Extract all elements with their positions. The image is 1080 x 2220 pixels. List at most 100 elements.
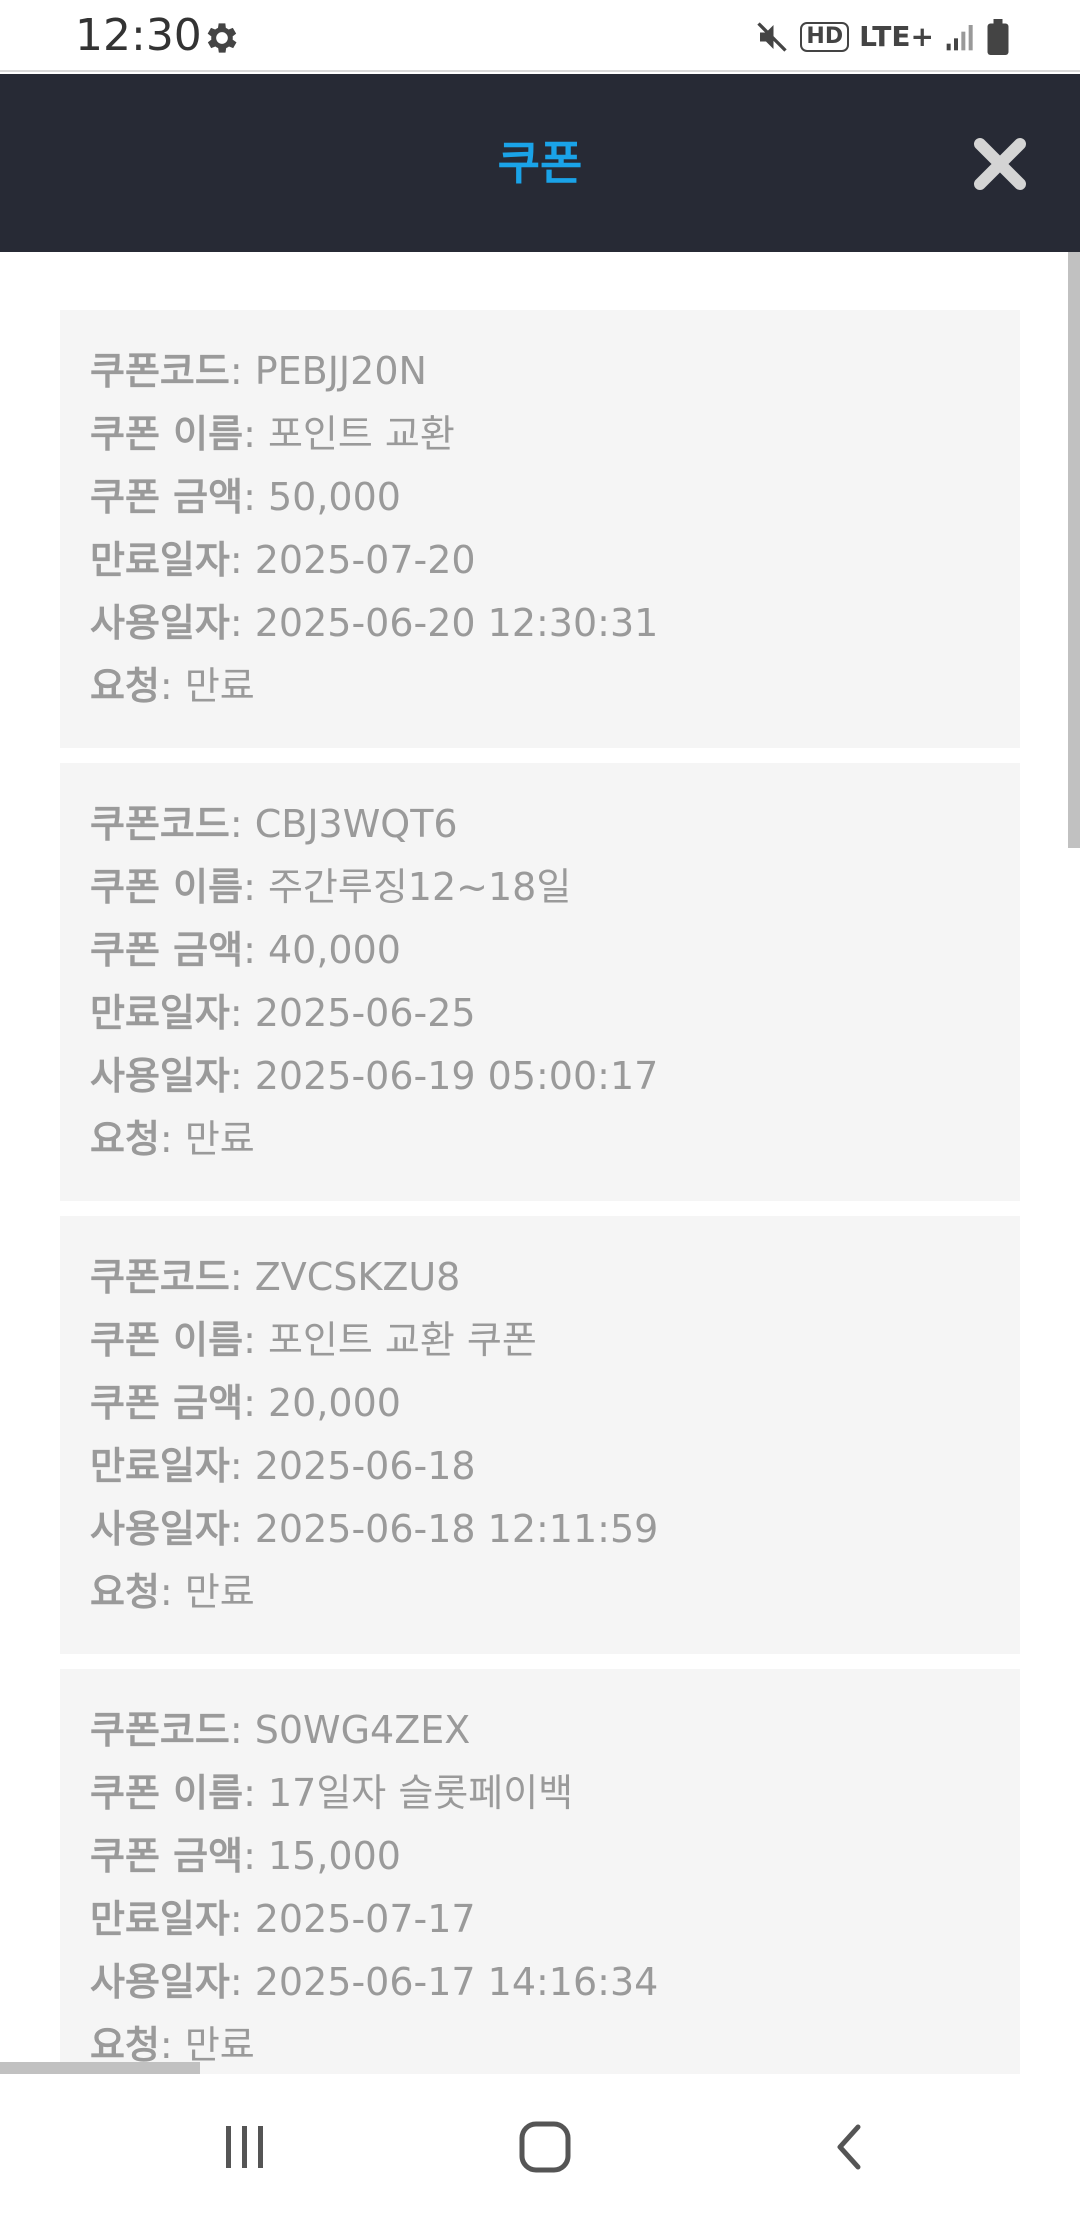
horizontal-scrollbar-thumb[interactable] — [0, 2062, 200, 2074]
coupon-expiry-value: 2025-07-17 — [254, 1897, 476, 1941]
coupon-request-label: 요청 — [90, 1117, 160, 1161]
vertical-scrollbar[interactable] — [1068, 252, 1080, 2074]
coupon-request-value: 만료 — [184, 1570, 255, 1614]
recent-apps-icon — [226, 2126, 263, 2168]
coupon-code-row: 쿠폰코드: PEBJJ20N — [90, 340, 1020, 403]
separator: : — [243, 928, 268, 972]
coupon-code-label: 쿠폰코드 — [90, 1708, 230, 1752]
coupon-request-row: 요청: 만료 — [90, 1108, 1020, 1171]
coupon-card: 쿠폰코드: CBJ3WQT6 쿠폰 이름: 주간루징12~18일 쿠폰 금액: … — [60, 763, 1020, 1201]
hd-voice-badge: HD — [800, 22, 850, 52]
coupon-request-row: 요청: 만료 — [90, 1561, 1020, 1624]
coupon-used-row: 사용일자: 2025-06-17 14:16:34 — [90, 1951, 1020, 2014]
back-button[interactable] — [770, 2074, 930, 2220]
coupon-expiry-value: 2025-06-25 — [254, 991, 476, 1035]
coupon-request-label: 요청 — [90, 2023, 160, 2067]
coupon-name-label: 쿠폰 이름 — [90, 412, 244, 456]
status-bar: 12:30 HD LTE+ — [0, 0, 1080, 72]
coupon-name-value: 주간루징12~18일 — [267, 865, 572, 909]
coupon-name-label: 쿠폰 이름 — [90, 1771, 244, 1815]
coupon-expiry-row: 만료일자: 2025-06-25 — [90, 982, 1020, 1045]
separator: : — [159, 664, 185, 708]
separator: : — [243, 1318, 268, 1362]
separator: : — [229, 601, 255, 645]
coupon-expiry-label: 만료일자 — [90, 538, 230, 582]
coupon-amount-row: 쿠폰 금액: 20,000 — [90, 1372, 1020, 1435]
coupon-code-row: 쿠폰코드: S0WG4ZEX — [90, 1699, 1020, 1762]
coupon-header: 쿠폰 — [0, 74, 1080, 252]
coupon-used-label: 사용일자 — [90, 1507, 230, 1551]
coupon-code-label: 쿠폰코드 — [90, 1255, 230, 1299]
coupon-expiry-value: 2025-06-18 — [254, 1444, 476, 1488]
vertical-scrollbar-thumb[interactable] — [1068, 252, 1080, 848]
coupon-code-row: 쿠폰코드: ZVCSKZU8 — [90, 1246, 1020, 1309]
coupon-used-value: 2025-06-18 12:11:59 — [254, 1507, 659, 1551]
coupon-code-label: 쿠폰코드 — [90, 802, 230, 846]
separator: : — [229, 802, 255, 846]
separator: : — [159, 1117, 185, 1161]
battery-icon — [986, 19, 1010, 55]
coupon-card: 쿠폰코드: S0WG4ZEX 쿠폰 이름: 17일자 슬롯페이백 쿠폰 금액: … — [60, 1669, 1020, 2074]
coupon-expiry-label: 만료일자 — [90, 1444, 230, 1488]
home-button[interactable] — [465, 2074, 625, 2220]
coupon-amount-label: 쿠폰 금액 — [90, 1381, 244, 1425]
coupon-used-row: 사용일자: 2025-06-18 12:11:59 — [90, 1498, 1020, 1561]
coupon-card: 쿠폰코드: PEBJJ20N 쿠폰 이름: 포인트 교환 쿠폰 금액: 50,0… — [60, 310, 1020, 748]
coupon-amount-value: 20,000 — [267, 1381, 401, 1425]
coupon-amount-value: 15,000 — [267, 1834, 401, 1878]
separator: : — [229, 1507, 255, 1551]
coupon-used-value: 2025-06-20 12:30:31 — [254, 601, 659, 645]
coupon-list: 쿠폰코드: PEBJJ20N 쿠폰 이름: 포인트 교환 쿠폰 금액: 50,0… — [60, 310, 1020, 2074]
coupon-request-row: 요청: 만료 — [90, 2014, 1020, 2074]
coupon-amount-row: 쿠폰 금액: 40,000 — [90, 919, 1020, 982]
coupon-card: 쿠폰코드: ZVCSKZU8 쿠폰 이름: 포인트 교환 쿠폰 쿠폰 금액: 2… — [60, 1216, 1020, 1654]
coupon-expiry-value: 2025-07-20 — [254, 538, 476, 582]
coupon-name-value: 17일자 슬롯페이백 — [267, 1771, 574, 1815]
system-nav-bar — [0, 2074, 1080, 2220]
close-button[interactable] — [970, 134, 1030, 194]
coupon-name-row: 쿠폰 이름: 포인트 교환 쿠폰 — [90, 1309, 1020, 1372]
coupon-name-value: 포인트 교환 — [267, 412, 455, 456]
coupon-request-row: 요청: 만료 — [90, 655, 1020, 718]
coupon-used-value: 2025-06-17 14:16:34 — [254, 1960, 659, 2004]
recent-apps-button[interactable] — [165, 2074, 325, 2220]
coupon-name-value: 포인트 교환 쿠폰 — [267, 1318, 537, 1362]
coupon-scroll-area[interactable]: 쿠폰코드: PEBJJ20N 쿠폰 이름: 포인트 교환 쿠폰 금액: 50,0… — [0, 252, 1080, 2074]
coupon-amount-row: 쿠폰 금액: 50,000 — [90, 466, 1020, 529]
separator: : — [229, 1708, 255, 1752]
coupon-code-label: 쿠폰코드 — [90, 349, 230, 393]
coupon-used-row: 사용일자: 2025-06-19 05:00:17 — [90, 1045, 1020, 1108]
coupon-expiry-row: 만료일자: 2025-06-18 — [90, 1435, 1020, 1498]
home-icon — [519, 2121, 571, 2173]
coupon-used-value: 2025-06-19 05:00:17 — [254, 1054, 659, 1098]
separator: : — [229, 991, 255, 1035]
coupon-used-label: 사용일자 — [90, 1960, 230, 2004]
coupon-request-label: 요청 — [90, 1570, 160, 1614]
separator: : — [229, 1444, 255, 1488]
coupon-used-label: 사용일자 — [90, 601, 230, 645]
separator: : — [243, 1381, 268, 1425]
separator: : — [159, 1570, 185, 1614]
coupon-request-value: 만료 — [184, 664, 255, 708]
page-title: 쿠폰 — [497, 136, 583, 190]
coupon-expiry-row: 만료일자: 2025-07-17 — [90, 1888, 1020, 1951]
status-time: 12:30 — [75, 10, 202, 61]
separator: : — [243, 865, 268, 909]
close-icon — [974, 138, 1026, 190]
coupon-name-row: 쿠폰 이름: 주간루징12~18일 — [90, 856, 1020, 919]
coupon-request-label: 요청 — [90, 664, 160, 708]
mute-icon — [754, 19, 790, 55]
coupon-used-row: 사용일자: 2025-06-20 12:30:31 — [90, 592, 1020, 655]
coupon-name-row: 쿠폰 이름: 포인트 교환 — [90, 403, 1020, 466]
coupon-expiry-row: 만료일자: 2025-07-20 — [90, 529, 1020, 592]
coupon-code-value: S0WG4ZEX — [254, 1708, 471, 1752]
back-icon — [837, 2124, 861, 2170]
separator: : — [243, 412, 268, 456]
separator: : — [243, 475, 268, 519]
coupon-name-row: 쿠폰 이름: 17일자 슬롯페이백 — [90, 1762, 1020, 1825]
coupon-amount-value: 40,000 — [267, 928, 401, 972]
status-icons: HD LTE+ — [754, 12, 1010, 62]
separator: : — [229, 349, 255, 393]
settings-gear-icon — [202, 18, 242, 58]
coupon-amount-label: 쿠폰 금액 — [90, 475, 244, 519]
